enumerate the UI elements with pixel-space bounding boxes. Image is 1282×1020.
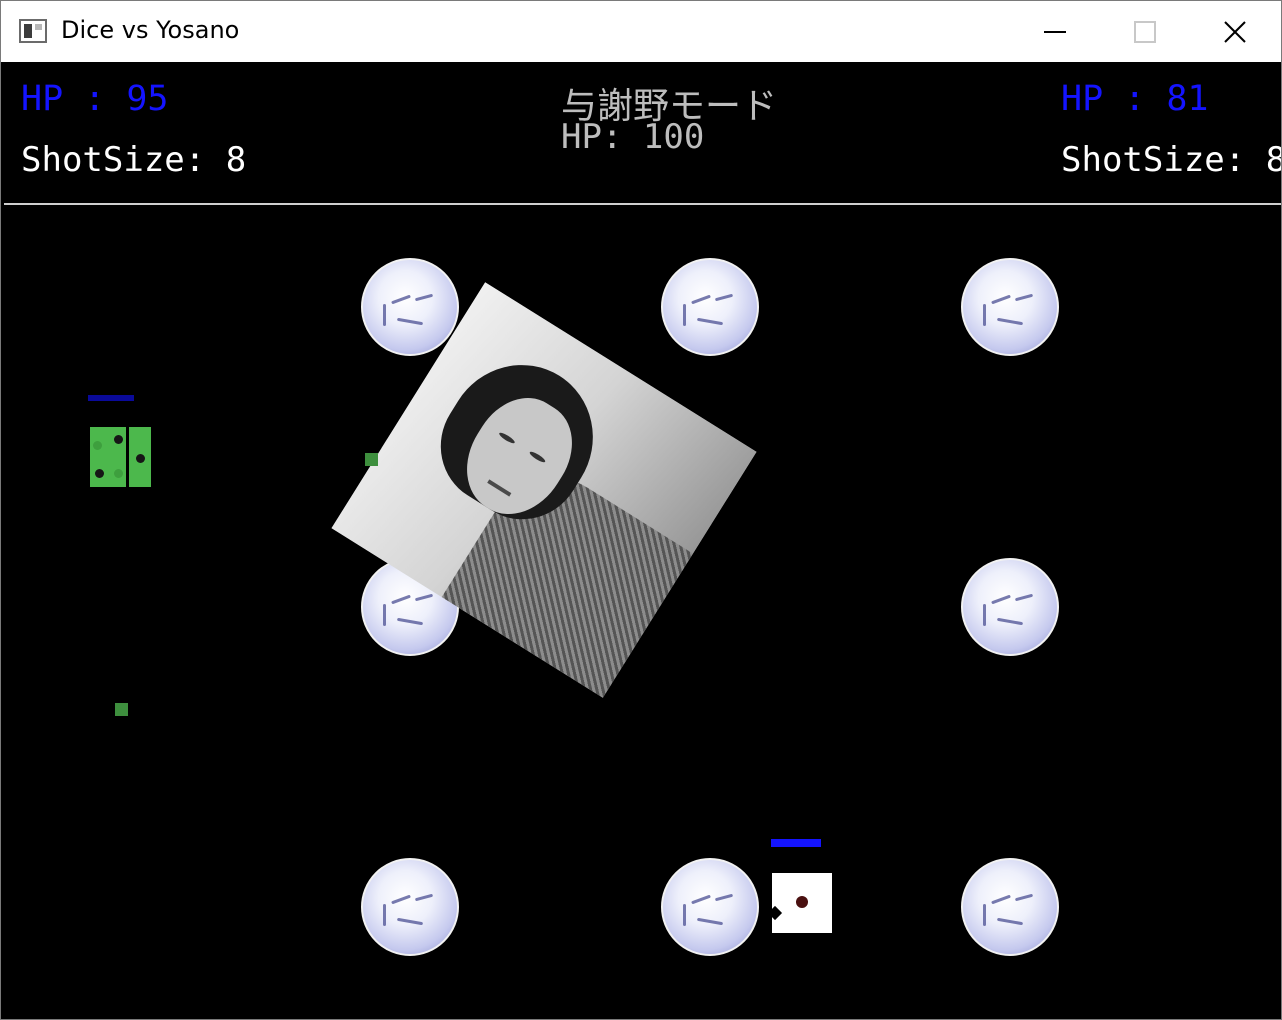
orb-face-icon <box>961 558 1059 656</box>
orb-face-feature <box>714 293 734 302</box>
shot-projectile <box>365 453 378 466</box>
orb-face-feature <box>383 904 386 926</box>
title-bar[interactable]: Dice vs Yosano <box>1 1 1281 62</box>
orb-face-feature <box>691 294 711 305</box>
boss-hp: HP: 100 <box>561 117 705 157</box>
orb-face-feature <box>383 304 386 326</box>
orb-face-icon <box>661 858 759 956</box>
player1-hp-bar <box>88 395 134 401</box>
orb-face-feature <box>996 317 1024 326</box>
orb-face-feature <box>991 294 1011 305</box>
app-icon[interactable] <box>19 19 47 43</box>
orb-face-feature <box>391 294 411 305</box>
orb-face-icon <box>361 258 459 356</box>
orb-face-icon <box>661 258 759 356</box>
orb-face-feature <box>391 594 411 605</box>
orb-face-feature <box>1014 593 1034 602</box>
orb-face-feature <box>996 617 1024 626</box>
orb-face-feature <box>991 894 1011 905</box>
orb-face-feature <box>396 617 424 626</box>
player2-hp-bar <box>771 839 821 847</box>
player1-hp: HP : 95 <box>21 79 169 119</box>
player2-shot-size: ShotSize: 8 <box>1061 140 1282 180</box>
hud-panel: HP : 95 ShotSize: 8 与謝野モード HP: 100 HP : … <box>1 62 1281 202</box>
orb-face-feature <box>714 893 734 902</box>
orb-face-feature <box>991 594 1011 605</box>
orb-face-feature <box>691 894 711 905</box>
game-window: Dice vs Yosano HP : 95 ShotSize: 8 与謝野モー… <box>0 0 1282 1020</box>
orb-face-feature <box>983 604 986 626</box>
minimize-button[interactable] <box>1009 1 1101 62</box>
orb-face-feature <box>414 893 434 902</box>
player2-hp: HP : 81 <box>1061 79 1209 119</box>
orb-face-feature <box>683 904 686 926</box>
orb-face-feature <box>983 304 986 326</box>
orb-face-feature <box>983 904 986 926</box>
player1-dice <box>90 427 151 487</box>
window-title: Dice vs Yosano <box>61 16 240 44</box>
orb-face-feature <box>396 317 424 326</box>
shot-projectile <box>115 703 128 716</box>
player1-shot-size: ShotSize: 8 <box>21 140 247 180</box>
orb-face-feature <box>1014 893 1034 902</box>
orb-face-feature <box>683 304 686 326</box>
maximize-button[interactable] <box>1099 1 1191 62</box>
orb-face-icon <box>961 858 1059 956</box>
player2-dice <box>767 873 832 933</box>
orb-face-icon <box>361 858 459 956</box>
orb-face-feature <box>396 917 424 926</box>
orb-face-feature <box>414 293 434 302</box>
orb-face-feature <box>414 593 434 602</box>
maximize-icon <box>1134 21 1156 43</box>
orb-face-feature <box>996 917 1024 926</box>
game-arena[interactable] <box>4 203 1281 1019</box>
orb-face-feature <box>696 317 724 326</box>
close-button[interactable] <box>1189 1 1281 62</box>
orb-face-feature <box>383 604 386 626</box>
orb-face-icon <box>961 258 1059 356</box>
minimize-icon <box>1044 31 1066 33</box>
close-icon <box>1224 21 1246 43</box>
orb-face-feature <box>696 917 724 926</box>
orb-face-feature <box>1014 293 1034 302</box>
orb-face-feature <box>391 894 411 905</box>
